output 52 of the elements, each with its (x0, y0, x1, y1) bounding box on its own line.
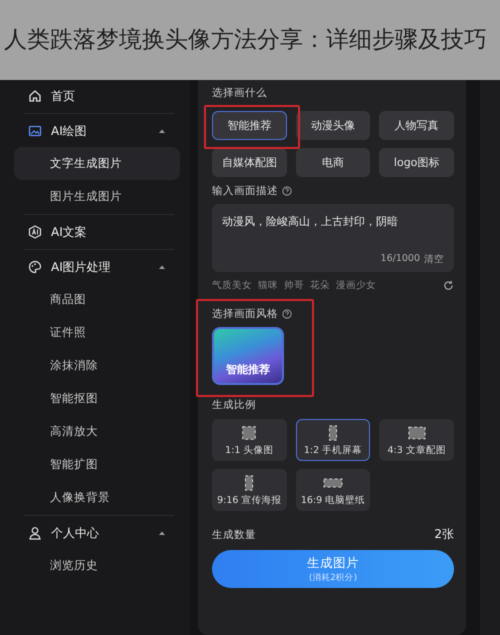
category-button[interactable]: 电商 (296, 148, 370, 177)
nav-subitem[interactable]: 商品图 (14, 283, 180, 316)
user-icon (28, 526, 42, 540)
article-title: 人类跌落梦境换头像方法分享：详细步骤及技巧 (4, 26, 487, 55)
description-text: 动漫风，险峻高山，上古封印，阴暗 (222, 214, 399, 229)
ratio-button[interactable]: 9:16 宣传海报 (212, 469, 287, 511)
nav-subitem[interactable]: 证件照 (14, 316, 180, 349)
suggestion-tag[interactable]: 猫咪 (258, 279, 278, 292)
suggestion-tag[interactable]: 帅哥 (284, 279, 304, 292)
ratio-button[interactable]: 1:1 头像图 (212, 419, 287, 461)
clear-link[interactable]: 清空 (424, 253, 444, 266)
suggestion-tag[interactable]: 气质美女 (212, 279, 252, 292)
nav-subitem[interactable]: 智能抠图 (14, 382, 180, 415)
nav-subitem[interactable]: 图片生成图片 (14, 180, 180, 213)
nav-subitem[interactable]: 文字生成图片 (14, 147, 180, 180)
hexagon-icon (28, 225, 42, 239)
home-icon (28, 89, 42, 103)
category-button[interactable]: 人物写真 (379, 111, 454, 140)
nav-subitem[interactable]: 高清放大 (14, 415, 180, 448)
category-button[interactable]: 智能推荐 (212, 111, 287, 140)
section-label: 选择画面风格 (212, 307, 278, 321)
count-value: 2张 (434, 526, 454, 543)
help-icon (282, 186, 292, 196)
nav-item[interactable]: AI绘图 (14, 115, 180, 147)
nav-item[interactable]: AI文案 (14, 216, 180, 248)
nav-subitem[interactable]: 人像换背景 (14, 481, 180, 514)
character-counter: 16/1000 (380, 253, 420, 266)
ratio-button[interactable]: 1:2 手机屏幕 (296, 419, 370, 461)
section-label: 生成比例 (212, 398, 257, 412)
category-button[interactable]: 动漫头像 (296, 111, 370, 140)
description-field[interactable]: 动漫风，险峻高山，上古封印，阴暗 16/1000 清空 (212, 204, 454, 272)
section-label: 生成数量 (212, 528, 256, 542)
suggestion-tag[interactable]: 花朵 (310, 279, 330, 292)
palette-icon (28, 260, 42, 274)
section-label: 选择画什么 (212, 86, 268, 100)
ratio-button[interactable]: 16:9 电脑壁纸 (296, 469, 370, 511)
nav-subitem[interactable]: 智能扩图 (14, 448, 180, 481)
picture-icon (28, 124, 42, 138)
frame-icon (406, 424, 428, 442)
ratio-button[interactable]: 4:3 文章配图 (379, 419, 454, 461)
nav-item[interactable]: 首页 (14, 80, 180, 112)
category-button[interactable]: 自媒体配图 (212, 148, 287, 177)
nav-item[interactable]: 个人中心 (14, 517, 180, 549)
nav-subitem[interactable]: 涂抹消除 (14, 349, 180, 382)
refresh-icon[interactable] (443, 280, 454, 291)
help-icon (282, 309, 292, 319)
suggestion-tag[interactable]: 漫画少女 (336, 279, 376, 292)
category-button[interactable]: logo图标 (379, 148, 454, 177)
nav-item[interactable]: AI图片处理 (14, 251, 180, 283)
style-thumbnail[interactable]: 智能推荐 (212, 327, 284, 385)
section-label: 输入画面描述 (212, 184, 278, 198)
nav-subitem[interactable]: 浏览历史 (14, 549, 180, 582)
